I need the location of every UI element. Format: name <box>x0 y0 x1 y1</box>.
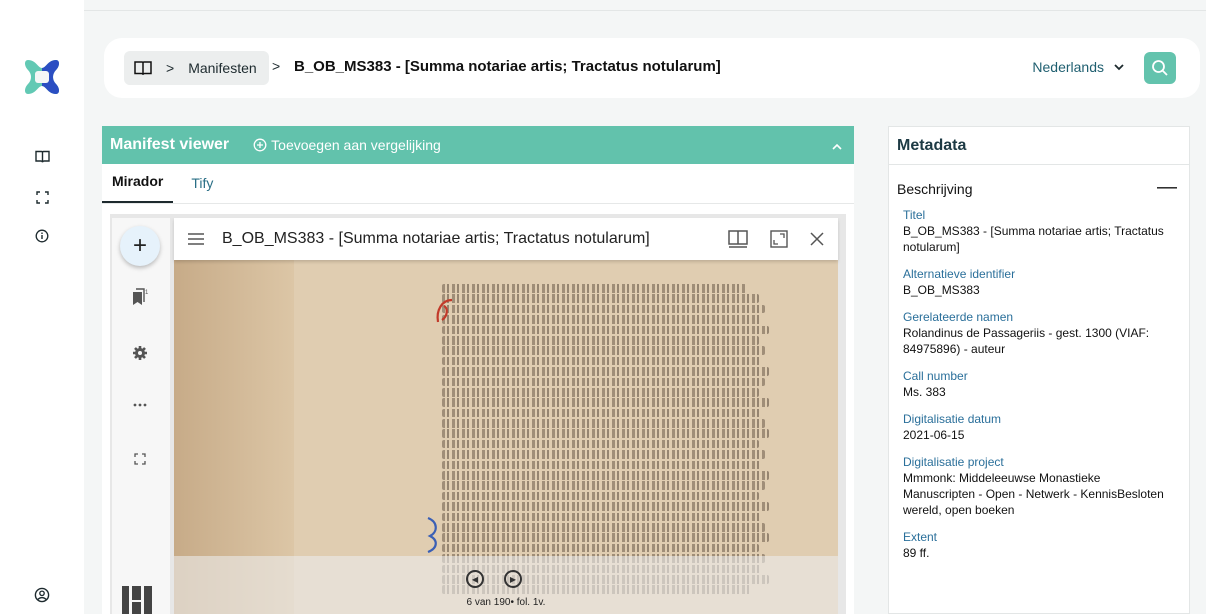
metadata-item: Extent 89 ff. <box>903 529 1175 561</box>
metadata-value: 2021-06-15 <box>903 428 965 442</box>
mirador-viewer: + 1 B_OB_MS383 - [Summa notariae artis; … <box>110 214 846 614</box>
more-options-icon[interactable] <box>131 396 149 414</box>
bookmark-icon[interactable]: 1 <box>131 288 149 306</box>
mirador-window: B_OB_MS383 - [Summa notariae artis; Trac… <box>174 218 838 614</box>
metadata-item: Call number Ms. 383 <box>903 368 1175 400</box>
breadcrumb-separator: > <box>166 60 175 76</box>
metadata-key[interactable]: Extent <box>903 529 1175 545</box>
bookmark-count: 1 <box>145 290 149 296</box>
blue-initial-icon <box>427 516 437 554</box>
fullscreen-icon[interactable] <box>131 450 149 468</box>
left-rail <box>0 0 84 614</box>
add-compare-button[interactable]: Toevoegen aan vergelijking <box>253 137 441 153</box>
section-beschrijving[interactable]: Beschrijving — <box>889 165 1189 197</box>
gear-icon[interactable] <box>131 344 149 362</box>
metadata-key[interactable]: Titel <box>903 207 1175 223</box>
breadcrumb-separator: > <box>272 58 281 74</box>
metadata-value: B_OB_MS383 - [Summa notariae artis; Trac… <box>903 224 1164 254</box>
tab-tify[interactable]: Tify <box>181 175 223 203</box>
maximize-icon[interactable] <box>770 230 788 248</box>
page-title: B_OB_MS383 - [Summa notariae artis; Trac… <box>294 58 721 75</box>
fullscreen-icon[interactable] <box>33 188 51 206</box>
manuscript-canvas[interactable]: ◀ ▶ 6 van 190• fol. 1v. <box>174 260 838 614</box>
breadcrumb-manifesten[interactable]: Manifesten <box>188 60 256 76</box>
menu-icon[interactable] <box>188 233 204 245</box>
metadata-item: Gerelateerde namen Rolandinus de Passager… <box>903 309 1175 357</box>
book-icon[interactable] <box>33 147 51 165</box>
info-icon[interactable] <box>33 227 51 245</box>
close-icon[interactable] <box>810 232 824 246</box>
viewer-tabs: Mirador Tify <box>102 164 854 204</box>
plus-circle-icon <box>253 138 267 152</box>
collapse-icon[interactable]: — <box>1157 177 1177 197</box>
next-page-button[interactable]: ▶ <box>504 570 522 588</box>
header-bar: > Manifesten > B_OB_MS383 - [Summa notar… <box>104 38 1200 98</box>
metadata-key[interactable]: Digitalisatie project <box>903 454 1175 470</box>
metadata-value: Mmmonk: Middeleeuwse Monastieke Manuscri… <box>903 471 1164 517</box>
plus-icon: + <box>132 232 147 259</box>
mirador-logo-icon <box>122 584 152 614</box>
add-compare-label: Toevoegen aan vergelijking <box>271 137 441 153</box>
app-logo[interactable] <box>22 56 62 98</box>
search-icon <box>1152 60 1168 76</box>
top-divider <box>84 10 1206 11</box>
metadata-panel: Metadata Beschrijving — Titel B_OB_MS383 … <box>888 126 1190 614</box>
manifest-viewer-panel: Manifest viewer Toevoegen aan vergelijki… <box>102 126 854 614</box>
metadata-value: Rolandinus de Passageriis - gest. 1300 (… <box>903 326 1150 356</box>
metadata-key[interactable]: Call number <box>903 368 1175 384</box>
mirador-sidebar: + 1 <box>112 218 170 614</box>
breadcrumb: > Manifesten <box>124 51 269 85</box>
metadata-item: Alternatieve identifier B_OB_MS383 <box>903 266 1175 298</box>
book-view-icon[interactable] <box>728 230 748 248</box>
search-button[interactable] <box>1144 52 1176 84</box>
manifest-viewer-title: Manifest viewer <box>110 136 230 153</box>
manuscript-text-block <box>442 284 772 596</box>
metadata-value: 89 ff. <box>903 546 930 560</box>
language-label: Nederlands <box>1032 59 1104 75</box>
tab-mirador[interactable]: Mirador <box>102 173 174 203</box>
metadata-list: Titel B_OB_MS383 - [Summa notariae artis;… <box>889 197 1189 561</box>
window-title: B_OB_MS383 - [Summa notariae artis; Trac… <box>222 230 650 247</box>
page-info: 6 van 190• fol. 1v. <box>466 597 546 608</box>
book-icon[interactable] <box>134 60 152 76</box>
language-select[interactable]: Nederlands <box>1032 59 1124 75</box>
chevron-down-icon <box>1114 63 1124 70</box>
add-resource-button[interactable]: + <box>120 226 160 266</box>
metadata-value: B_OB_MS383 <box>903 283 980 297</box>
user-circle-icon[interactable] <box>33 586 51 604</box>
metadata-key[interactable]: Digitalisatie datum <box>903 411 1175 427</box>
metadata-item: Digitalisatie datum 2021-06-15 <box>903 411 1175 443</box>
metadata-title: Metadata <box>889 127 1189 165</box>
collapse-button[interactable] <box>832 138 842 153</box>
section-label: Beschrijving <box>897 181 973 197</box>
metadata-item: Digitalisatie project Mmmonk: Middeleeuws… <box>903 454 1175 518</box>
previous-page-button[interactable]: ◀ <box>466 570 484 588</box>
page-navigation: ◀ ▶ 6 van 190• fol. 1v. <box>174 556 838 614</box>
metadata-key[interactable]: Gerelateerde namen <box>903 309 1175 325</box>
red-initial-icon <box>436 298 453 323</box>
metadata-item: Titel B_OB_MS383 - [Summa notariae artis;… <box>903 207 1175 255</box>
chevron-up-icon <box>832 143 842 150</box>
metadata-key[interactable]: Alternatieve identifier <box>903 266 1175 282</box>
metadata-value: Ms. 383 <box>903 385 946 399</box>
manifest-viewer-bar: Manifest viewer Toevoegen aan vergelijki… <box>102 126 854 164</box>
window-header: B_OB_MS383 - [Summa notariae artis; Trac… <box>174 218 838 260</box>
